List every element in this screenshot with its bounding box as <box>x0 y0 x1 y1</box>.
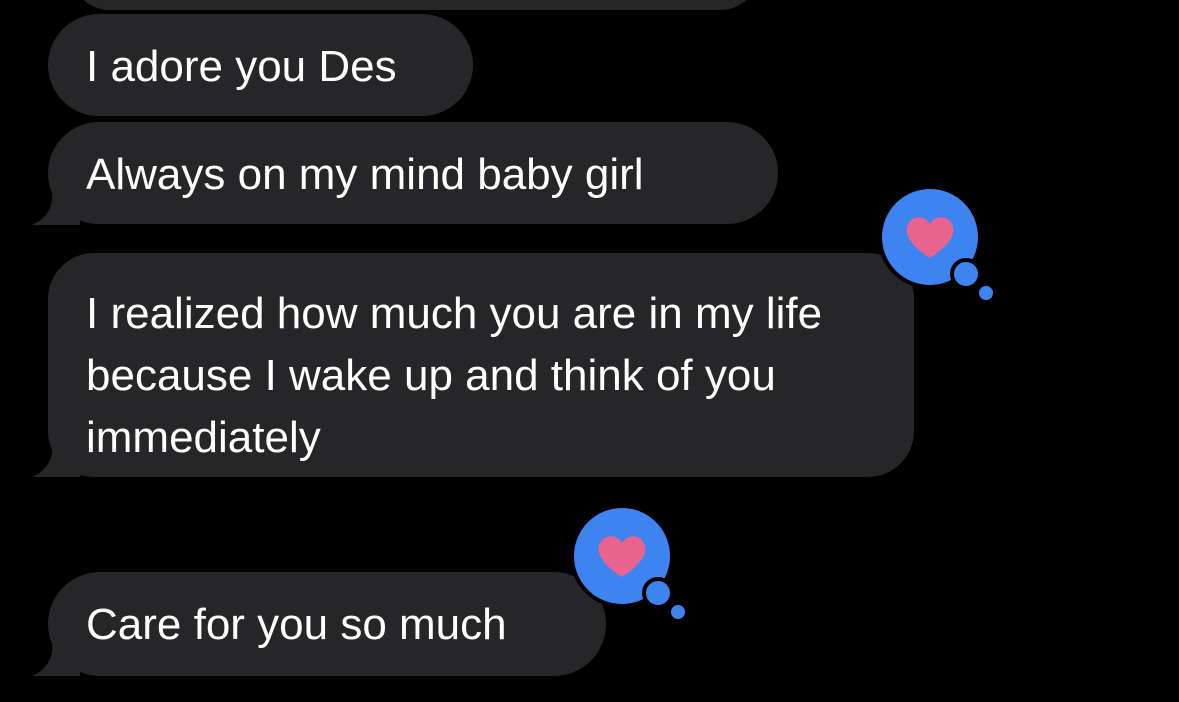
heart-reaction-badge-3[interactable] <box>878 186 998 306</box>
bubble-tail-2 <box>32 187 80 225</box>
message-text-3: I realized how much you are in my life b… <box>86 289 823 462</box>
message-bubble-3[interactable]: I realized how much you are in my life b… <box>48 253 914 477</box>
message-bubble-4[interactable]: Care for you so much <box>48 572 606 676</box>
message-text-1: I adore you Des <box>86 42 397 91</box>
message-bubble-1[interactable]: I adore you Des <box>48 14 473 116</box>
message-thread: I adore you Des Always on my mind baby g… <box>0 0 1179 702</box>
message-text-2: Always on my mind baby girl <box>86 150 644 199</box>
message-text-4: Care for you so much <box>86 600 507 649</box>
message-bubble-2[interactable]: Always on my mind baby girl <box>48 122 778 224</box>
bubble-tail-3 <box>32 439 80 477</box>
bubble-tail-4 <box>32 638 80 676</box>
heart-reaction-badge-4[interactable] <box>570 505 690 625</box>
previous-message-bubble-partial[interactable] <box>70 0 760 10</box>
